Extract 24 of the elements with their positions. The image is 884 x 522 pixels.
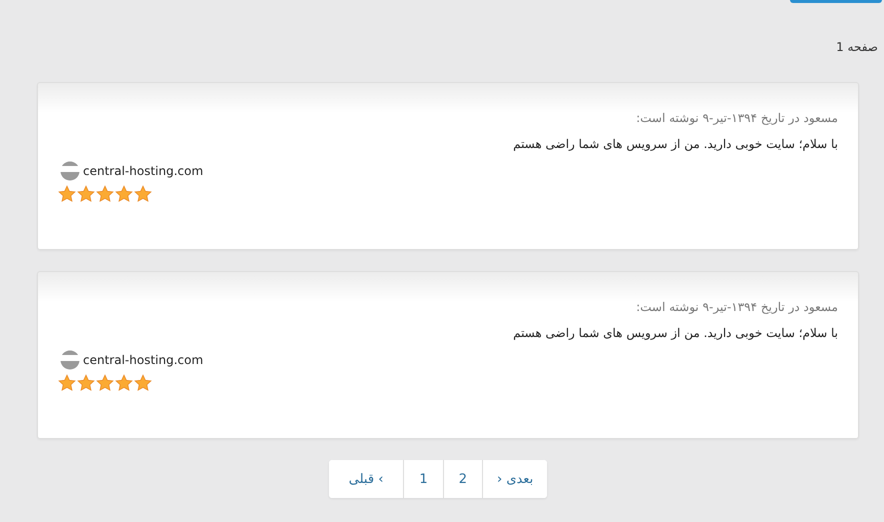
page-label: صفحه 1 <box>836 40 878 54</box>
star-icon <box>115 185 133 203</box>
star-icon <box>134 185 152 203</box>
globe-icon <box>58 161 82 181</box>
star-icon <box>115 374 133 392</box>
button[interactable] <box>790 0 882 3</box>
globe-icon <box>58 350 82 370</box>
page-button[interactable]: › بعدی <box>482 460 548 498</box>
website-link[interactable]: central-hosting.com <box>83 164 204 178</box>
star-icon <box>58 374 76 392</box>
review-comment: با سلام؛ سایت خوبی دارید. من از سرویس های شما راضی هستم <box>513 137 838 151</box>
star-icon <box>58 185 76 203</box>
star-icon <box>134 374 152 392</box>
page-button[interactable]: قبلی ‹ <box>328 460 404 498</box>
star-icon <box>96 185 114 203</box>
page-button[interactable]: 2 <box>442 460 482 498</box>
page-button[interactable]: 1 <box>403 460 443 498</box>
star-icon <box>77 374 95 392</box>
star-icon <box>96 374 114 392</box>
review-meta: مسعود در تاریخ ۱۳۹۴-تیر-۹ نوشته است: <box>636 300 838 314</box>
website-link[interactable]: central-hosting.com <box>83 353 204 367</box>
star-icon <box>77 185 95 203</box>
review-meta: مسعود در تاریخ ۱۳۹۴-تیر-۹ نوشته است: <box>636 111 838 125</box>
review-comment: با سلام؛ سایت خوبی دارید. من از سرویس های شما راضی هستم <box>513 326 838 340</box>
